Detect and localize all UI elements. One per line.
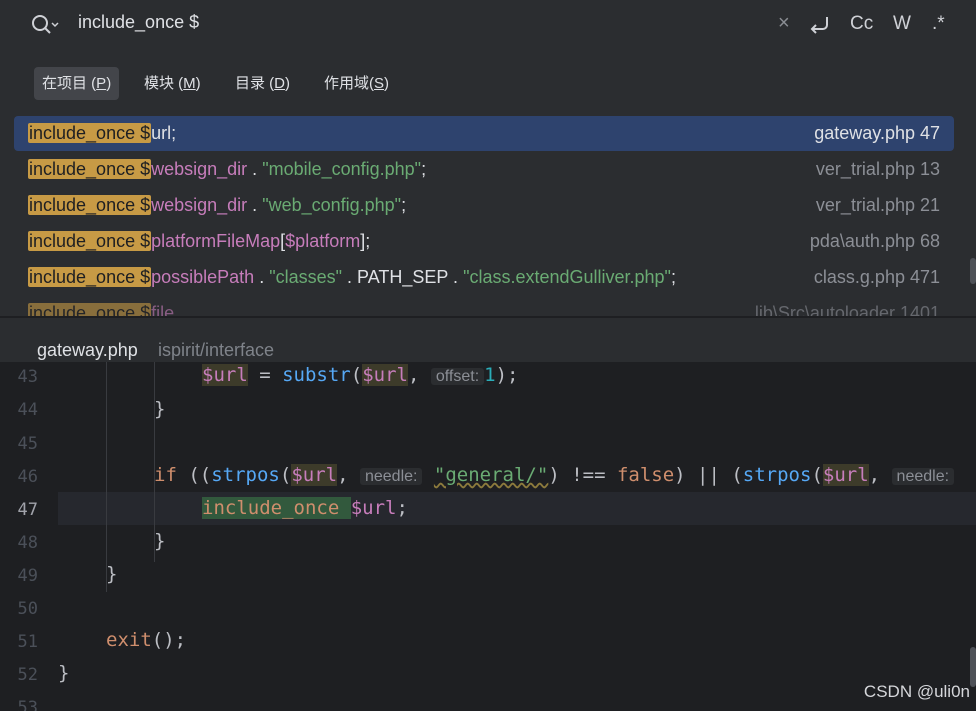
match-highlight: include_once $ (28, 303, 152, 316)
line-number-gutter: 43 44 45 46 47 48 49 50 51 52 53 (0, 362, 58, 711)
result-file-location: pda\auth.php 68 (809, 231, 940, 251)
result-file-location: ver_trial.php 21 (815, 195, 940, 215)
code-line-49: } (106, 563, 118, 585)
preview-file-path: ispirit/interface (158, 340, 275, 360)
match-highlight: include_once $ (28, 195, 152, 215)
code-line-43: $url = substr($url, offset: 1); (202, 364, 519, 386)
result-code: include_once $file (28, 296, 174, 316)
line-number: 46 (17, 467, 38, 487)
current-line-highlight (58, 492, 976, 525)
result-row[interactable]: include_once $websign_dir . "web_config.… (14, 188, 954, 223)
results-list: include_once $url; gateway.php 47 include_… (0, 114, 976, 316)
line-number: 43 (17, 367, 38, 387)
result-code: include_once $url; (28, 123, 177, 143)
line-number: 51 (17, 632, 38, 652)
match-highlight: include_once $ (28, 267, 152, 287)
code-line-52: } (58, 662, 70, 684)
match-highlight: include_once $ (28, 159, 152, 179)
result-code: include_once $platformFileMap[$platform]… (28, 231, 371, 251)
line-number: 49 (17, 566, 38, 586)
line-number: 52 (17, 665, 38, 685)
tab-directory[interactable]: 目录 (D) (227, 67, 298, 100)
watermark: CSDN @uli0n (863, 682, 970, 701)
tab-in-project[interactable]: 在项目 (P) (34, 67, 120, 100)
match-highlight: include_once $ (28, 123, 152, 143)
code-line-47: include_once $url; (202, 497, 408, 519)
code-line-44: } (154, 398, 166, 420)
code-line-51: exit(); (106, 629, 187, 651)
code-line-46: if ((strpos($url, needle: "general/") !=… (154, 464, 955, 486)
result-row[interactable]: include_once $websign_dir . "mobile_conf… (14, 152, 954, 187)
new-line-icon[interactable] (807, 12, 831, 38)
match-case-button[interactable]: Cc (850, 13, 873, 35)
tab-module[interactable]: 模块 (M) (136, 67, 209, 100)
search-match-highlight: include_once (202, 497, 351, 519)
results-scrollbar[interactable] (970, 258, 976, 284)
line-number: 53 (17, 698, 38, 711)
result-row[interactable]: include_once $url; gateway.php 47 (14, 116, 954, 151)
whole-words-button[interactable]: W (893, 13, 911, 35)
match-highlight: include_once $ (28, 231, 152, 251)
result-code: include_once $websign_dir . "web_config.… (28, 195, 407, 215)
search-bar: include_once $ × Cc W .* (0, 0, 976, 52)
preview-file-name: gateway.php (37, 340, 138, 360)
indent-guide (106, 362, 107, 592)
line-number: 45 (17, 434, 38, 454)
tab-scope[interactable]: 作用域(S) (316, 67, 397, 100)
line-number: 50 (17, 599, 38, 619)
code-line-48: } (154, 530, 166, 552)
result-row[interactable]: include_once $file lib\Src\autoloader 140… (14, 296, 954, 316)
result-row[interactable]: include_once $platformFileMap[$platform]… (14, 224, 954, 259)
search-input[interactable]: include_once $ (78, 12, 199, 33)
regex-button[interactable]: .* (932, 13, 945, 35)
search-history-icon[interactable] (30, 12, 60, 38)
scope-tabs: 在项目 (P) 模块 (M) 目录 (D) 作用域(S) (0, 52, 976, 112)
result-code: include_once $websign_dir . "mobile_conf… (28, 159, 427, 179)
line-number: 47 (17, 500, 38, 520)
line-number: 48 (17, 533, 38, 553)
result-file-location: lib\Src\autoloader 1401 (754, 303, 940, 316)
result-row[interactable]: include_once $possiblePath . "classes" .… (14, 260, 954, 295)
clear-search-button[interactable]: × (778, 12, 790, 35)
result-file-location: ver_trial.php 13 (815, 159, 940, 179)
editor-scrollbar[interactable] (970, 647, 976, 687)
result-file-location: gateway.php 47 (814, 123, 940, 143)
code-preview[interactable]: 43 44 45 46 47 48 49 50 51 52 53 $url = … (0, 362, 976, 711)
result-file-location: class.g.php 471 (813, 267, 940, 287)
result-code: include_once $possiblePath . "classes" .… (28, 267, 676, 287)
line-number: 44 (17, 400, 38, 420)
